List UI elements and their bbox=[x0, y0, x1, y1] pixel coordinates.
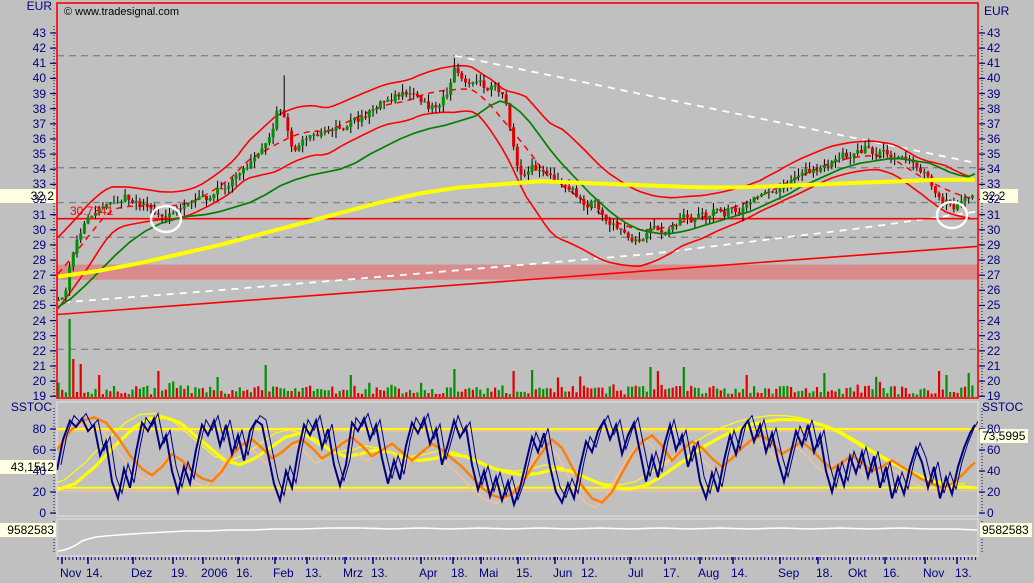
time-axis-label: 17. bbox=[663, 567, 680, 579]
price-axis-label-left: 22 bbox=[0, 345, 46, 357]
sstoc-axis-label-left: 0 bbox=[0, 507, 46, 519]
price-axis-label-right: 19 bbox=[987, 390, 1000, 402]
price-axis-label-left: 35 bbox=[0, 148, 46, 160]
price-axis-label-right: 30 bbox=[987, 224, 1000, 236]
sstoc-axis-label-right: 80 bbox=[987, 423, 1000, 435]
price-axis-label-right: 34 bbox=[987, 163, 1000, 175]
time-axis-label: 16. bbox=[883, 567, 900, 579]
time-axis-label: 14. bbox=[86, 567, 103, 579]
price-axis-label-right: 37 bbox=[987, 118, 1000, 130]
price-axis-label-left: 39 bbox=[0, 88, 46, 100]
sstoc-axis-label-left: 40 bbox=[0, 465, 46, 477]
price-axis-label-left: 26 bbox=[0, 284, 46, 296]
horizontal-line-price-label: 30.7341 bbox=[70, 205, 113, 218]
time-axis-label: 18. bbox=[451, 567, 468, 579]
price-axis-label-left: 32 bbox=[0, 193, 46, 205]
price-axis-label-left: 30 bbox=[0, 224, 46, 236]
price-axis-label-left: 21 bbox=[0, 360, 46, 372]
price-axis-label-left: 19 bbox=[0, 390, 46, 402]
price-axis-label-right: 23 bbox=[987, 330, 1000, 342]
price-axis-label-right: 20 bbox=[987, 375, 1000, 387]
price-axis-label-left: 34 bbox=[0, 163, 46, 175]
time-axis-label: 13. bbox=[371, 567, 388, 579]
time-axis-label: 18. bbox=[816, 567, 833, 579]
time-axis-label: Jun bbox=[553, 567, 572, 579]
price-axis-label-left: 38 bbox=[0, 103, 46, 115]
price-axis-label-right: 33 bbox=[987, 178, 1000, 190]
price-axis-label-right: 38 bbox=[987, 103, 1000, 115]
price-axis-label-left: 43 bbox=[0, 27, 46, 39]
price-axis-label-left: 36 bbox=[0, 133, 46, 145]
price-axis-label-left: 23 bbox=[0, 330, 46, 342]
price-axis-label-left: 28 bbox=[0, 254, 46, 266]
price-axis-label-right: 31 bbox=[987, 209, 1000, 221]
price-axis-label-left: 29 bbox=[0, 239, 46, 251]
time-axis-label: Aug bbox=[698, 567, 719, 579]
price-axis-label-right: 21 bbox=[987, 360, 1000, 372]
price-axis-title-right: EUR bbox=[984, 5, 1009, 18]
sstoc-axis-label-right: 0 bbox=[987, 507, 994, 519]
price-axis-title-left: EUR bbox=[0, 0, 52, 13]
volume-value-tag-left: 9582583 bbox=[0, 523, 56, 537]
sstoc-axis-label-right: 20 bbox=[987, 486, 1000, 498]
price-axis-label-right: 42 bbox=[987, 42, 1000, 54]
price-axis-label-right: 24 bbox=[987, 315, 1000, 327]
price-axis-label-right: 35 bbox=[987, 148, 1000, 160]
time-axis-label: 16. bbox=[236, 567, 253, 579]
price-axis-label-right: 32 bbox=[987, 193, 1000, 205]
time-axis-label: 13. bbox=[305, 567, 322, 579]
price-axis-label-right: 28 bbox=[987, 254, 1000, 266]
price-axis-label-right: 22 bbox=[987, 345, 1000, 357]
price-axis-label-right: 29 bbox=[987, 239, 1000, 251]
time-axis-label: Mai bbox=[479, 567, 498, 579]
time-axis-label: 14. bbox=[731, 567, 748, 579]
sstoc-axis-label-left: 80 bbox=[0, 423, 46, 435]
volume-value-tag-right: 9582583 bbox=[980, 523, 1032, 537]
time-axis-label: Nov bbox=[923, 567, 944, 579]
sstoc-axis-label-left: 20 bbox=[0, 486, 46, 498]
price-axis-label-left: 40 bbox=[0, 72, 46, 84]
time-axis-label: Okt bbox=[848, 567, 867, 579]
price-axis-label-right: 41 bbox=[987, 57, 1000, 69]
time-axis-label: Feb bbox=[273, 567, 294, 579]
time-axis-label: Dez bbox=[131, 567, 152, 579]
time-axis-label: 12. bbox=[581, 567, 598, 579]
time-axis-label: 19. bbox=[171, 567, 188, 579]
price-axis-label-right: 40 bbox=[987, 72, 1000, 84]
time-axis-label: Apr bbox=[419, 567, 438, 579]
chart-canvas[interactable] bbox=[0, 0, 1034, 583]
time-axis-label: 2006 bbox=[201, 567, 228, 579]
price-axis-label-left: 20 bbox=[0, 375, 46, 387]
price-axis-label-left: 25 bbox=[0, 299, 46, 311]
price-axis-label-left: 31 bbox=[0, 209, 46, 221]
price-axis-label-left: 37 bbox=[0, 118, 46, 130]
time-axis-label: Sep bbox=[778, 567, 799, 579]
price-axis-label-right: 25 bbox=[987, 299, 1000, 311]
price-axis-label-right: 36 bbox=[987, 133, 1000, 145]
time-axis-label: Jul bbox=[628, 567, 643, 579]
price-axis-label-left: 24 bbox=[0, 315, 46, 327]
price-axis-label-right: 27 bbox=[987, 269, 1000, 281]
sstoc-axis-label-right: 40 bbox=[987, 465, 1000, 477]
price-axis-label-left: 42 bbox=[0, 42, 46, 54]
time-axis-label: Nov bbox=[60, 567, 81, 579]
sstoc-axis-label-right: 60 bbox=[987, 444, 1000, 456]
price-axis-label-right: 43 bbox=[987, 27, 1000, 39]
price-axis-label-left: 27 bbox=[0, 269, 46, 281]
copyright-text: © www.tradesignal.com bbox=[64, 6, 179, 19]
price-axis-label-left: 33 bbox=[0, 178, 46, 190]
tradesignal-chart-window: EUR EUR © www.tradesignal.com SSTOC SSTO… bbox=[0, 0, 1034, 583]
time-axis-label: 15. bbox=[516, 567, 533, 579]
price-axis-label-right: 26 bbox=[987, 284, 1000, 296]
time-axis-label: 13. bbox=[955, 567, 972, 579]
price-axis-label-right: 39 bbox=[987, 88, 1000, 100]
time-axis-label: Mrz bbox=[343, 567, 363, 579]
sstoc-axis-label-left: 60 bbox=[0, 444, 46, 456]
price-axis-label-left: 41 bbox=[0, 57, 46, 69]
